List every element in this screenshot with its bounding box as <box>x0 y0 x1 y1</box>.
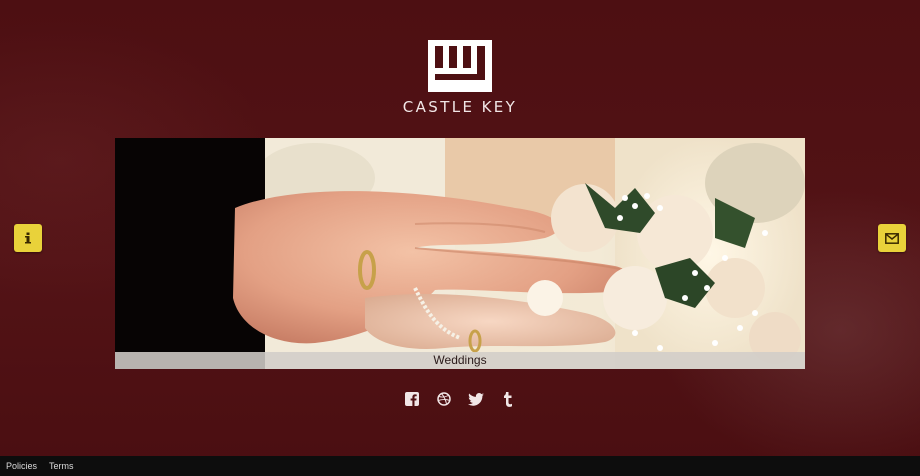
castle-key-logo-icon <box>428 40 492 92</box>
info-button[interactable] <box>14 224 42 252</box>
tumblr-link[interactable] <box>499 390 517 408</box>
brand-name: CASTLE KEY <box>402 98 518 116</box>
footer-link-terms[interactable]: Terms <box>49 461 74 471</box>
brand-header: CASTLE KEY <box>0 40 920 116</box>
tumblr-icon <box>504 391 512 407</box>
twitter-icon <box>468 392 484 406</box>
facebook-link[interactable] <box>403 390 421 408</box>
dribbble-link[interactable] <box>435 390 453 408</box>
footer-link-policies[interactable]: Policies <box>6 461 37 471</box>
hero-slide[interactable]: Weddings <box>115 138 805 369</box>
footer: Policies Terms <box>0 456 920 476</box>
contact-button[interactable] <box>878 224 906 252</box>
twitter-link[interactable] <box>467 390 485 408</box>
facebook-icon <box>405 392 419 406</box>
social-links <box>0 390 920 408</box>
info-icon <box>25 232 31 244</box>
slide-caption: Weddings <box>115 352 805 369</box>
dribbble-icon <box>437 392 451 406</box>
hero-image <box>115 138 805 369</box>
envelope-icon <box>885 232 899 244</box>
